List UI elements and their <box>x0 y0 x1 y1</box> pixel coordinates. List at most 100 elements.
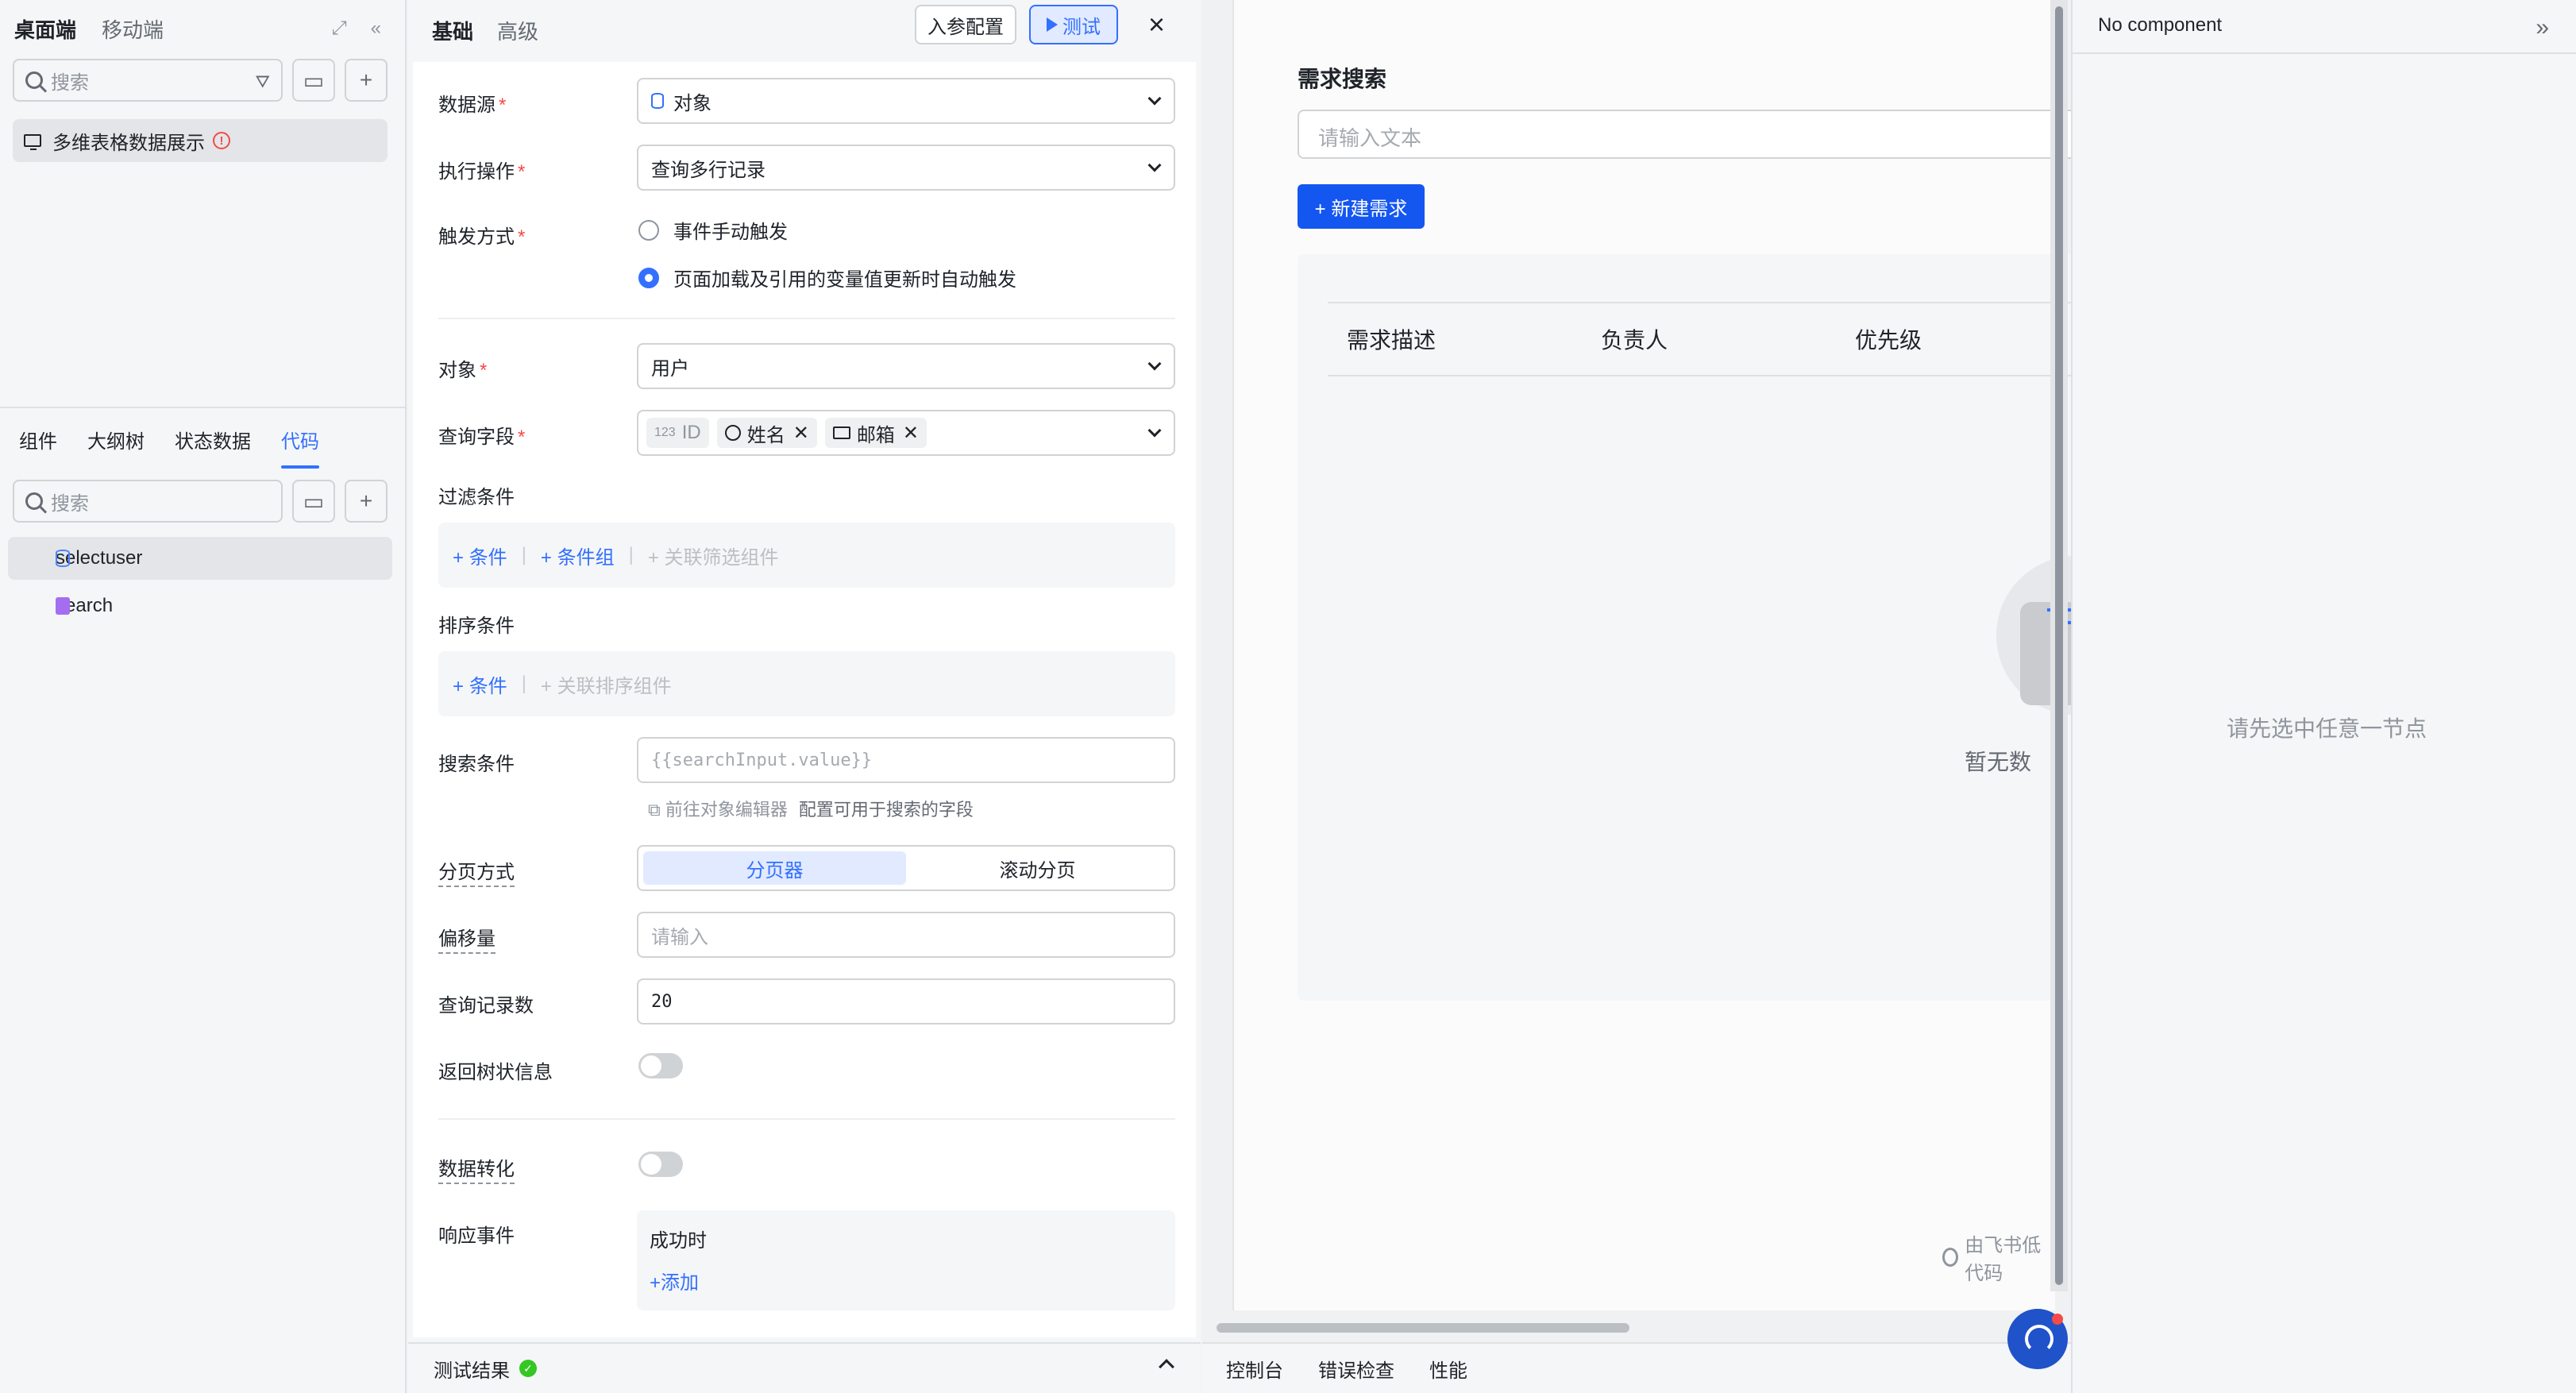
offset-label: 偏移量 <box>438 923 496 954</box>
object-label: 对象 * <box>438 360 488 381</box>
events-box: 成功时 +添加 <box>637 1210 1175 1310</box>
function-icon <box>56 597 70 615</box>
add-event-link[interactable]: +添加 <box>650 1267 1163 1295</box>
tab-desktop[interactable]: 桌面端 <box>14 14 76 44</box>
param-config-button[interactable]: 入参配置 <box>915 5 1016 44</box>
operation-label: 执行操作 * <box>438 161 526 183</box>
page-title: 需求搜索 <box>1298 67 1387 91</box>
divider <box>0 407 405 408</box>
tab-components[interactable]: 组件 <box>19 421 57 464</box>
test-result-bar[interactable]: 测试结果 ✓ <box>408 1342 1201 1393</box>
link-filter-component[interactable]: + 关联筛选组件 <box>648 542 779 569</box>
platform-tabs: 桌面端 移动端 <box>14 14 189 43</box>
add-code-button[interactable]: + <box>345 480 388 523</box>
tab-mobile[interactable]: 移动端 <box>102 14 164 44</box>
tab-performance[interactable]: 性能 <box>1429 1355 1467 1383</box>
operation-select[interactable]: 查询多行记录 <box>637 145 1175 191</box>
left-sidebar: 桌面端 移动端 ⤢ « 搜索 ⛛ ▭ + 多维表格数据展示 ! 组件 大纲树 状… <box>0 0 407 1393</box>
code-item-search[interactable]: search <box>8 585 392 627</box>
close-icon[interactable]: × <box>1148 8 1165 41</box>
brand-text: 由飞书低代码 <box>1965 1235 2042 1284</box>
offset-placeholder: 请输入 <box>651 926 708 948</box>
trigger-label: 触发方式 * <box>438 226 526 248</box>
vertical-scrollbar[interactable] <box>2050 0 2068 1291</box>
layout-icon: ▭ <box>303 68 325 93</box>
tab-error-check[interactable]: 错误检查 <box>1318 1355 1394 1383</box>
config-panel: 基础 高级 入参配置 测试 × 数据源 * 对象 执行操作 * 查询多行记录 触发方… <box>408 0 1201 1393</box>
tab-advanced[interactable]: 高级 <box>497 16 538 45</box>
chevron-down-icon <box>1147 158 1162 172</box>
help-button[interactable] <box>2007 1309 2068 1369</box>
search-icon <box>25 492 43 510</box>
table-header: 需求描述 负责人 优先级 <box>1328 302 2103 376</box>
trigger-auto-radio[interactable]: 页面加载及引用的变量值更新时自动触发 <box>638 264 1016 291</box>
fields-multiselect[interactable]: 123 ID 姓名 ✕ 邮箱 ✕ <box>637 410 1175 456</box>
database-icon <box>651 93 664 109</box>
chevron-down-icon <box>1147 357 1162 371</box>
chevron-up-icon[interactable] <box>1159 1359 1174 1375</box>
requirement-table: 需求描述 负责人 优先级 暂无数 <box>1298 254 2103 1001</box>
tab-basic[interactable]: 基础 <box>432 16 473 45</box>
code-item-selectuser[interactable]: selectuser <box>8 537 392 580</box>
expand-icon[interactable]: ⤢ <box>331 17 346 40</box>
trigger-manual-radio[interactable]: 事件手动触发 <box>638 216 788 244</box>
console-tabs: 控制台 错误检查 性能 <box>1202 1342 2071 1393</box>
globe-icon <box>724 425 741 441</box>
radio-circle <box>638 219 659 241</box>
datasource-select[interactable]: 对象 <box>637 78 1175 124</box>
link-sort-component[interactable]: + 关联排序组件 <box>541 670 672 698</box>
new-requirement-button[interactable]: + 新建需求 <box>1298 184 1425 229</box>
add-page-button[interactable]: + <box>345 59 388 102</box>
search-condition-input[interactable]: {{searchInput.value}} <box>637 737 1175 783</box>
datasource-label: 数据源 * <box>438 95 507 116</box>
new-folder-button[interactable]: ▭ <box>292 480 335 523</box>
paging-option-pager[interactable]: 分页器 <box>643 851 906 885</box>
tab-outline[interactable]: 大纲树 <box>87 421 145 464</box>
folder-icon: ▭ <box>303 488 325 514</box>
tab-code[interactable]: 代码 <box>281 421 319 469</box>
divider <box>438 318 1175 319</box>
offset-input[interactable]: 请输入 <box>637 912 1175 958</box>
empty-text: 暂无数 <box>1965 750 2032 774</box>
remove-tag-icon[interactable]: ✕ <box>903 422 919 445</box>
collapse-left-icon[interactable]: « <box>371 17 381 40</box>
code-search-row: 搜索 ▭ + <box>13 480 388 523</box>
tab-console[interactable]: 控制台 <box>1226 1355 1283 1383</box>
requirement-search-input[interactable]: 请输入文本 <box>1298 110 2103 159</box>
page-item[interactable]: 多维表格数据展示 ! <box>13 119 388 162</box>
play-icon <box>1047 17 1058 32</box>
fields-label: 查询字段 * <box>438 426 526 448</box>
tree-info-toggle[interactable] <box>638 1053 683 1079</box>
filter-box: + 条件 | + 条件组 | + 关联筛选组件 <box>438 523 1175 588</box>
radio-label: 事件手动触发 <box>673 222 788 243</box>
filter-label: 过滤条件 <box>438 487 515 508</box>
add-condition-group-link[interactable]: + 条件组 <box>541 542 615 569</box>
collapse-right-icon[interactable]: » <box>2536 14 2549 41</box>
column-header: 负责人 <box>1601 328 1668 353</box>
horizontal-scrollbar[interactable] <box>1212 1318 2046 1336</box>
add-sort-condition-link[interactable]: + 条件 <box>453 670 507 698</box>
chevron-down-icon <box>1147 91 1162 106</box>
radio-label: 页面加载及引用的变量值更新时自动触发 <box>673 269 1016 291</box>
code-search-input[interactable]: 搜索 <box>13 480 283 523</box>
on-success-label: 成功时 <box>650 1230 707 1252</box>
add-condition-link[interactable]: + 条件 <box>453 542 507 569</box>
transform-toggle[interactable] <box>638 1152 683 1177</box>
properties-panel: No component » 请先选中任意一节点 <box>2071 0 2576 1393</box>
paging-option-scroll[interactable]: 滚动分页 <box>906 851 1169 885</box>
database-icon <box>56 550 70 567</box>
tab-state[interactable]: 状态数据 <box>175 421 251 464</box>
remove-tag-icon[interactable]: ✕ <box>793 422 809 445</box>
object-select[interactable]: 用户 <box>637 343 1175 389</box>
filter-icon[interactable]: ⛛ <box>256 71 270 92</box>
sort-label: 排序条件 <box>438 615 515 637</box>
check-icon: ✓ <box>519 1360 537 1377</box>
open-object-editor-link[interactable]: ⧉ 前往对象编辑器 <box>648 796 788 821</box>
search-condition-value: {{searchInput.value}} <box>651 750 873 770</box>
page-search-input[interactable]: 搜索 ⛛ <box>13 59 283 102</box>
chevron-down-icon <box>1147 423 1162 438</box>
count-input[interactable]: 20 <box>637 978 1175 1024</box>
search-hint-text: 配置可用于搜索的字段 <box>798 800 974 820</box>
layout-button[interactable]: ▭ <box>292 59 335 102</box>
test-button[interactable]: 测试 <box>1029 5 1118 44</box>
